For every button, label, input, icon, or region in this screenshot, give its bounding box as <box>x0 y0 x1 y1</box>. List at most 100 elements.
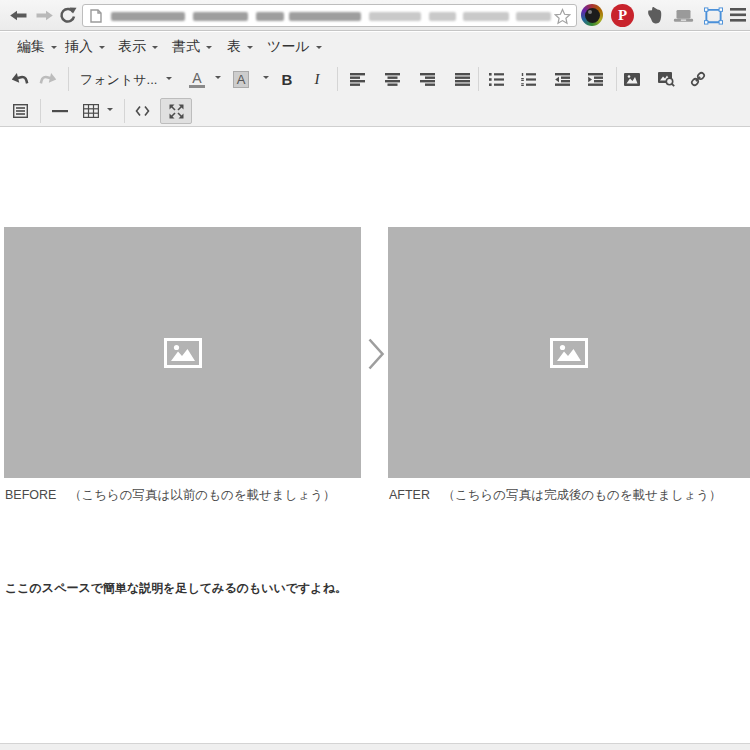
align-left-button[interactable] <box>343 67 371 91</box>
text-color-dropdown[interactable] <box>210 67 226 91</box>
menu-insert-label: 挿入 <box>65 38 93 56</box>
source-code-icon <box>135 105 150 117</box>
menu-edit-label: 編集 <box>17 38 45 56</box>
menu-table-label: 表 <box>227 38 241 56</box>
image-icon <box>624 73 640 86</box>
menu-view-label: 表示 <box>118 38 146 56</box>
browser-toolbar: P <box>0 0 750 31</box>
extension-evernote-icon[interactable] <box>644 6 665 30</box>
italic-button[interactable]: I <box>303 67 331 91</box>
browser-menu-icon[interactable] <box>730 8 746 26</box>
note-text[interactable]: ここのスペースで簡単な説明を足してみるのもいいですよね。 <box>5 580 347 597</box>
redacted-url-block <box>369 12 421 21</box>
image-placeholder-icon <box>164 338 202 368</box>
numbered-list-button[interactable] <box>514 67 542 91</box>
extension-capture-icon[interactable] <box>704 7 723 29</box>
address-bar[interactable] <box>82 4 577 27</box>
undo-icon <box>10 70 29 88</box>
align-right-icon <box>420 73 435 86</box>
table-button[interactable] <box>78 99 104 123</box>
back-icon[interactable] <box>9 8 28 23</box>
image-placeholder-icon <box>550 338 588 368</box>
outdent-icon <box>555 73 570 86</box>
indent-button[interactable] <box>581 67 609 91</box>
arrow-right-chevron <box>368 338 385 370</box>
forward-icon[interactable] <box>35 8 54 23</box>
menu-view[interactable]: 表示 <box>118 32 158 62</box>
extension-color-lens-icon[interactable] <box>581 4 603 26</box>
background-color-dropdown[interactable] <box>258 67 274 91</box>
template-icon <box>13 104 28 118</box>
chevron-down-icon <box>166 77 172 83</box>
template-button[interactable] <box>6 99 34 123</box>
image-tools-icon <box>658 72 675 87</box>
outdent-button[interactable] <box>548 67 576 91</box>
chevron-down-icon <box>247 46 253 52</box>
indent-icon <box>588 73 603 86</box>
editor-statusbar <box>0 743 750 750</box>
bold-icon: B <box>282 71 293 88</box>
table-dropdown[interactable] <box>102 99 118 123</box>
menu-table[interactable]: 表 <box>227 32 253 62</box>
align-center-button[interactable] <box>378 67 406 91</box>
page: P <box>0 0 750 750</box>
align-left-icon <box>350 73 365 86</box>
numbered-list-icon <box>521 73 536 86</box>
menu-insert[interactable]: 挿入 <box>65 32 105 62</box>
editor-menubar: 編集 挿入 表示 書式 表 ツール <box>0 32 750 62</box>
menu-format[interactable]: 書式 <box>172 32 212 62</box>
undo-button[interactable] <box>6 67 34 91</box>
editor-content[interactable]: BEFORE （こちらの写真は以前のものを載せましょう） AFTER （こちらの… <box>0 127 750 743</box>
chevron-down-icon <box>206 46 212 52</box>
before-caption[interactable]: BEFORE （こちらの写真は以前のものを載せましょう） <box>5 487 336 504</box>
before-image-placeholder[interactable] <box>4 227 361 478</box>
text-color-button[interactable]: A <box>184 67 210 91</box>
chevron-down-icon <box>107 108 113 114</box>
extension-pinterest-icon[interactable]: P <box>611 4 634 27</box>
extension-screenshot-icon[interactable] <box>673 9 694 27</box>
redacted-url-block <box>516 12 551 21</box>
after-image-placeholder[interactable] <box>388 227 750 478</box>
redacted-url-block <box>111 12 185 21</box>
menu-edit[interactable]: 編集 <box>17 32 57 62</box>
background-color-icon: A <box>233 71 250 88</box>
fullscreen-icon <box>169 104 184 119</box>
chevron-down-icon <box>316 46 322 52</box>
font-size-select[interactable]: フォントサ... <box>74 67 178 91</box>
horizontal-rule-button[interactable] <box>46 99 74 123</box>
source-code-button[interactable] <box>128 99 156 123</box>
insert-image-button[interactable] <box>618 67 646 91</box>
redacted-url-block <box>429 12 456 21</box>
fullscreen-button[interactable] <box>160 98 192 124</box>
redo-button[interactable] <box>34 67 62 91</box>
bold-button[interactable]: B <box>273 67 301 91</box>
bookmark-star-icon[interactable] <box>554 8 571 25</box>
horizontal-rule-icon <box>52 110 68 113</box>
text-color-icon: A <box>189 71 204 88</box>
insert-link-button[interactable] <box>684 67 712 91</box>
chevron-down-icon <box>51 46 57 52</box>
redo-icon <box>38 70 57 88</box>
editor-toolbar-row1: フォントサ... A A B I <box>0 62 750 96</box>
editor-toolbar-row2 <box>0 96 750 127</box>
after-caption[interactable]: AFTER （こちらの写真は完成後のものを載せましょう） <box>389 487 722 504</box>
bullet-list-button[interactable] <box>482 67 510 91</box>
chevron-down-icon <box>99 46 105 52</box>
reload-icon[interactable] <box>58 7 77 25</box>
italic-icon: I <box>315 71 320 88</box>
bullet-list-icon <box>489 73 504 86</box>
align-center-icon <box>385 73 400 86</box>
link-icon <box>690 71 706 87</box>
redacted-url-block <box>193 12 248 21</box>
align-right-button[interactable] <box>413 67 441 91</box>
menu-format-label: 書式 <box>172 38 200 56</box>
table-icon <box>83 104 99 118</box>
justify-button[interactable] <box>448 67 476 91</box>
background-color-button[interactable]: A <box>228 67 254 91</box>
chevron-down-icon <box>263 76 269 82</box>
redacted-url-block <box>463 12 509 21</box>
image-tools-button[interactable] <box>652 67 680 91</box>
menu-tools[interactable]: ツール <box>267 32 322 62</box>
chevron-down-icon <box>215 76 221 82</box>
page-icon <box>90 9 102 23</box>
